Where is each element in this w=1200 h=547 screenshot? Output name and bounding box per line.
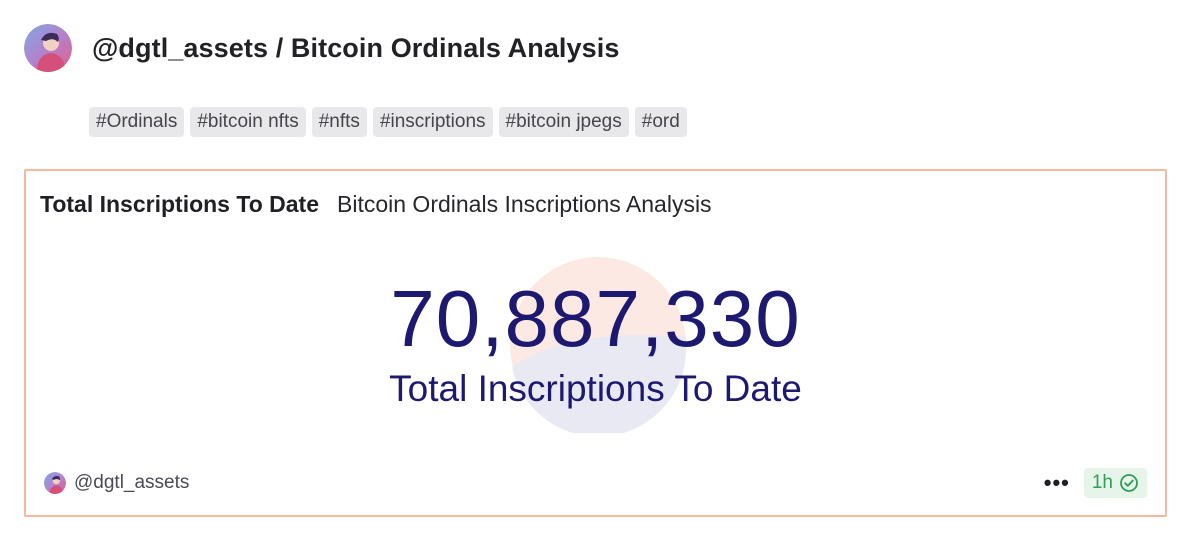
- owner-avatar-icon: [44, 472, 66, 494]
- dashboard-header: @dgtl_assets / Bitcoin Ordinals Analysis: [24, 22, 619, 74]
- counter-value: 70,887,330: [390, 274, 801, 363]
- tag-ord[interactable]: #ord: [634, 107, 687, 137]
- counter-widget-card: Total Inscriptions To Date Bitcoin Ordin…: [24, 169, 1167, 517]
- dashboard-page: @dgtl_assets / Bitcoin Ordinals Analysis…: [0, 0, 1200, 547]
- card-actions: ••• 1h: [1042, 468, 1147, 498]
- refresh-status-badge[interactable]: 1h: [1083, 468, 1147, 498]
- card-header: Total Inscriptions To Date Bitcoin Ordin…: [40, 191, 712, 218]
- owner-link[interactable]: @dgtl_assets: [44, 472, 189, 494]
- tag-bitcoin-nfts[interactable]: #bitcoin nfts: [190, 107, 306, 137]
- card-subtitle: Bitcoin Ordinals Inscriptions Analysis: [337, 191, 712, 217]
- page-title: @dgtl_assets / Bitcoin Ordinals Analysis: [92, 32, 620, 63]
- more-options-button[interactable]: •••: [1042, 472, 1072, 494]
- check-circle-icon: [1120, 474, 1138, 492]
- tag-nfts[interactable]: #nfts: [311, 107, 367, 137]
- card-title: Total Inscriptions To Date: [40, 191, 319, 217]
- refresh-age: 1h: [1091, 472, 1113, 493]
- profile-avatar-icon[interactable]: [24, 24, 72, 72]
- tag-ordinals[interactable]: #Ordinals: [89, 107, 185, 137]
- tag-bitcoin-jpegs[interactable]: #bitcoin jpegs: [498, 107, 629, 137]
- tag-inscriptions[interactable]: #inscriptions: [372, 107, 493, 137]
- counter-label: Total Inscriptions To Date: [389, 368, 802, 409]
- owner-name: @dgtl_assets: [74, 472, 190, 493]
- tag-list: #Ordinals #bitcoin nfts #nfts #inscripti…: [89, 107, 687, 137]
